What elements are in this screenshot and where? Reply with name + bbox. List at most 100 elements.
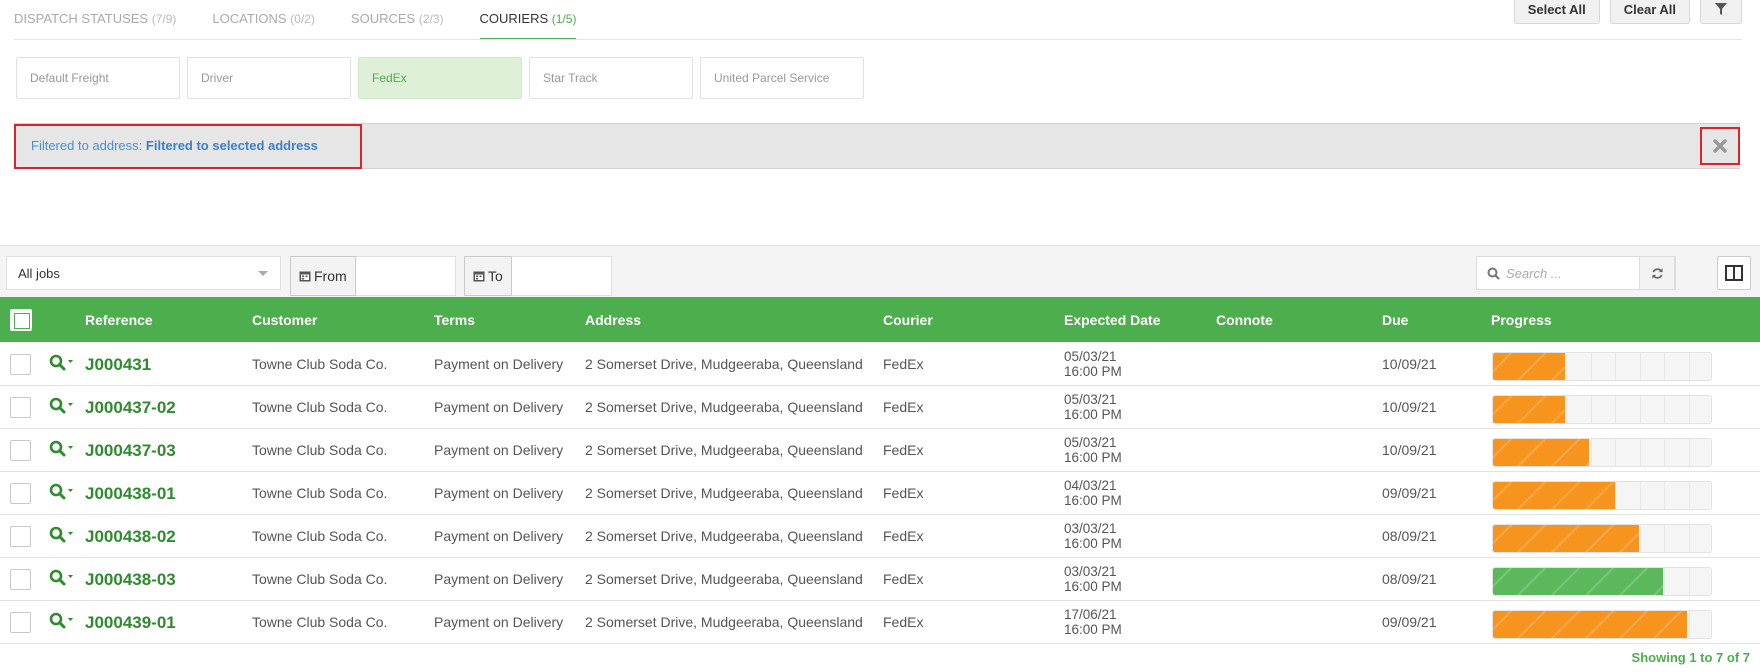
row-progress-bar: [1492, 610, 1712, 639]
from-date-button[interactable]: From: [290, 256, 356, 296]
row-courier: FedEx: [883, 356, 924, 372]
search-icon: [49, 612, 73, 629]
row-checkbox[interactable]: [10, 526, 31, 547]
row-expected-day: 05/03/21: [1064, 349, 1117, 364]
col-reference[interactable]: Reference: [85, 312, 153, 328]
row-courier: FedEx: [883, 614, 924, 630]
row-checkbox[interactable]: [10, 483, 31, 504]
from-label: From: [314, 268, 347, 284]
progress-segment-divider: [1664, 396, 1666, 423]
col-address[interactable]: Address: [585, 312, 641, 328]
row-reference-link[interactable]: J000437-02: [85, 398, 176, 418]
table-row[interactable]: J000438-03 Towne Club Soda Co. Payment o…: [0, 558, 1760, 601]
row-reference-link[interactable]: J000438-03: [85, 570, 176, 590]
jobs-select[interactable]: All jobs: [6, 256, 281, 290]
calendar-icon: [473, 271, 485, 282]
table-row[interactable]: J000437-02 Towne Club Soda Co. Payment o…: [0, 386, 1760, 429]
table-header: Reference Customer Terms Address Courier…: [0, 297, 1760, 342]
row-expected-date: 05/03/21 16:00 PM: [1064, 349, 1122, 379]
row-expected-day: 03/03/21: [1064, 564, 1117, 579]
search-input[interactable]: Search ...: [1506, 266, 1562, 281]
row-progress-bar: [1492, 567, 1712, 596]
row-customer: Towne Club Soda Co.: [252, 356, 388, 372]
from-date-input[interactable]: [355, 256, 456, 296]
progress-segment-divider: [1615, 482, 1617, 509]
to-date-button[interactable]: To: [464, 256, 512, 296]
row-reference-link[interactable]: J000437-03: [85, 441, 176, 461]
row-progress-bar: [1492, 352, 1712, 381]
row-checkbox[interactable]: [10, 354, 31, 375]
refresh-button[interactable]: [1639, 256, 1675, 290]
col-connote[interactable]: Connote: [1216, 312, 1273, 328]
row-checkbox[interactable]: [10, 440, 31, 461]
row-address: 2 Somerset Drive, Mudgeeraba, Queensland: [585, 528, 863, 544]
filter-tabs: DISPATCH STATUSES (7/9) LOCATIONS (0/2) …: [14, 0, 612, 40]
table-row[interactable]: J000438-01 Towne Club Soda Co. Payment o…: [0, 472, 1760, 515]
progress-fill: [1493, 568, 1664, 595]
table-row[interactable]: J000438-02 Towne Club Soda Co. Payment o…: [0, 515, 1760, 558]
address-filter-bar: Filtered to address: Filtered to selecte…: [14, 123, 1740, 169]
col-customer[interactable]: Customer: [252, 312, 317, 328]
tab-couriers[interactable]: COURIERS (1/5): [479, 0, 577, 40]
row-reference-link[interactable]: J000439-01: [85, 613, 176, 633]
row-expected-date: 03/03/21 16:00 PM: [1064, 521, 1122, 551]
progress-segment-divider: [1590, 439, 1592, 466]
row-expected-day: 03/03/21: [1064, 521, 1117, 536]
row-reference-link[interactable]: J000438-01: [85, 484, 176, 504]
row-checkbox[interactable]: [10, 612, 31, 633]
funnel-icon: [1715, 3, 1727, 15]
filter-button[interactable]: [1700, 0, 1742, 24]
clear-address-filter-button[interactable]: [1700, 127, 1740, 165]
select-all-button[interactable]: Select All: [1513, 0, 1600, 24]
row-actions-button[interactable]: [48, 440, 76, 460]
close-x-icon: [1713, 139, 1727, 153]
courier-chip-default-freight[interactable]: Default Freight: [16, 57, 180, 99]
tab-sources[interactable]: SOURCES (2/3): [351, 0, 444, 40]
columns-icon: [1725, 265, 1743, 281]
progress-segment-divider: [1688, 568, 1690, 595]
search-icon: [49, 440, 73, 457]
progress-segment-divider: [1639, 525, 1641, 552]
table-row[interactable]: J000437-03 Towne Club Soda Co. Payment o…: [0, 429, 1760, 472]
filter-prefix: Filtered to address:: [31, 138, 143, 153]
courier-chip-star-track[interactable]: Star Track: [529, 57, 693, 99]
table-row[interactable]: J000439-01 Towne Club Soda Co. Payment o…: [0, 601, 1760, 644]
row-reference-link[interactable]: J000431: [85, 355, 151, 375]
pagination-info: Showing 1 to 7 of 7: [1631, 650, 1750, 665]
col-expected-date[interactable]: Expected Date: [1064, 312, 1160, 328]
chevron-down-icon: [258, 271, 268, 276]
row-reference-link[interactable]: J000438-02: [85, 527, 176, 547]
to-date-input[interactable]: [511, 256, 612, 296]
select-all-checkbox[interactable]: [10, 309, 32, 331]
row-expected-time: 16:00 PM: [1064, 450, 1122, 465]
col-terms[interactable]: Terms: [434, 312, 475, 328]
row-customer: Towne Club Soda Co.: [252, 614, 388, 630]
row-actions-button[interactable]: [48, 397, 76, 417]
courier-chip-ups[interactable]: United Parcel Service: [700, 57, 864, 99]
col-due[interactable]: Due: [1382, 312, 1408, 328]
jobs-select-value: All jobs: [18, 266, 60, 281]
row-checkbox[interactable]: [10, 397, 31, 418]
row-actions-button[interactable]: [48, 483, 76, 503]
columns-toggle-button[interactable]: [1717, 256, 1751, 290]
courier-chip-fedex[interactable]: FedEx: [358, 57, 522, 99]
col-courier[interactable]: Courier: [883, 312, 933, 328]
row-expected-time: 16:00 PM: [1064, 407, 1122, 422]
progress-segment-divider: [1566, 396, 1568, 423]
row-expected-time: 16:00 PM: [1064, 622, 1122, 637]
row-address: 2 Somerset Drive, Mudgeeraba, Queensland: [585, 614, 863, 630]
row-due: 09/09/21: [1382, 614, 1437, 630]
tab-count: (0/2): [290, 12, 315, 26]
courier-chip-driver[interactable]: Driver: [187, 57, 351, 99]
clear-all-button[interactable]: Clear All: [1609, 0, 1690, 24]
table-row[interactable]: J000431 Towne Club Soda Co. Payment on D…: [0, 343, 1760, 386]
row-actions-button[interactable]: [48, 354, 76, 374]
row-checkbox[interactable]: [10, 569, 31, 590]
tab-locations[interactable]: LOCATIONS (0/2): [212, 0, 314, 40]
col-progress[interactable]: Progress: [1491, 312, 1552, 328]
row-actions-button[interactable]: [48, 526, 76, 546]
row-actions-button[interactable]: [48, 612, 76, 632]
to-label: To: [488, 268, 503, 284]
row-actions-button[interactable]: [48, 569, 76, 589]
tab-dispatch-statuses[interactable]: DISPATCH STATUSES (7/9): [14, 0, 176, 40]
